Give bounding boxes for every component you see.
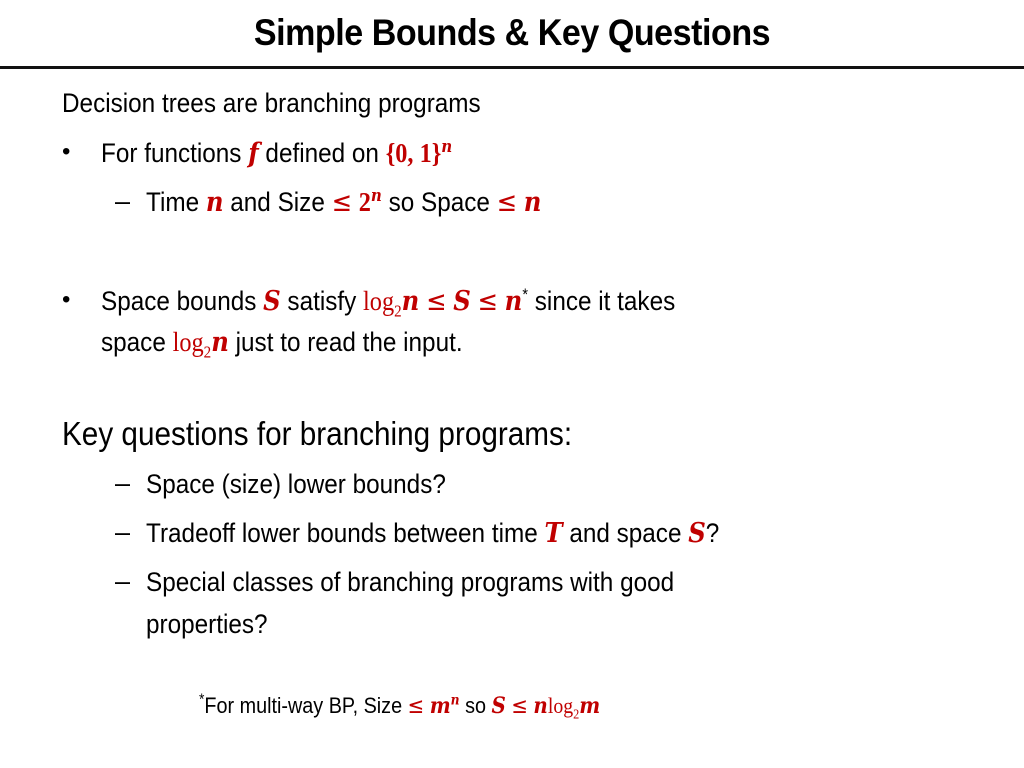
bullet-space-bounds-line1: Space bounds S satisfy log2n ≤ S ≤ n* si… [101,285,676,321]
text: just to read the input. [228,327,463,357]
math-n: n [211,327,229,358]
text: so [459,693,492,718]
question-special-classes-line1: Special classes of branching programs wi… [146,567,675,597]
math-S: S [263,286,281,317]
text: defined on [258,138,386,168]
bullet-space-bounds-line2: space log2n just to read the input. [101,326,463,360]
dash-bullet: – [115,468,131,498]
text: and Size [223,187,332,217]
math-m: m [429,693,451,719]
text: For multi-way BP, Size [204,693,408,718]
math-m: m [579,693,601,719]
math-le: ≤ [407,694,425,719]
math-exp: n [450,692,460,709]
math-n: n [523,187,542,218]
math-sub: 2 [394,301,402,321]
slide-title: Simple Bounds & Key Questions [253,12,771,53]
bullet-functions: For functions f defined on {0, 1}n [101,137,452,170]
math-le: ≤ [511,694,528,719]
dash-bullet: – [115,517,131,547]
math-S: S [491,693,506,719]
math-log: log [172,327,204,357]
math-le: ≤ [331,187,352,218]
text: Tradeoff lower bounds between time [146,518,545,548]
text: Space bounds [101,286,264,316]
math-exp: n [370,185,382,205]
bullet-dot: • [62,138,71,165]
math-two: 2 [358,187,371,217]
sub-bullet-time-size: Time n and Size ≤ 2n so Space ≤ n [146,186,541,219]
question-space-lower-bounds: Space (size) lower bounds? [146,469,446,499]
title-divider [0,66,1024,69]
intro-text: Decision trees are branching programs [62,88,481,118]
math-n: n [533,693,548,719]
math-n: n [401,286,420,317]
math-n: n [504,286,523,317]
text: ? [705,518,720,548]
dash-bullet: – [115,566,131,596]
math-log: log [363,286,395,316]
dash-bullet: – [115,186,131,216]
text: satisfy [280,286,364,316]
math-set: {0, 1} [385,138,442,168]
math-exp: n [441,136,453,156]
question-tradeoff: Tradeoff lower bounds between time T and… [146,517,719,550]
math-S: S [688,518,706,549]
footnote: *For multi-way BP, Size ≤ mn so S ≤ nlog… [199,690,600,723]
text: Time [146,187,206,217]
text: so Space [381,187,497,217]
math-S: S [453,286,471,317]
math-n: n [205,187,224,218]
key-questions-heading: Key questions for branching programs: [62,415,573,452]
math-le: ≤ [426,286,447,317]
math-var-f: f [248,138,259,169]
math-log: log [547,693,574,718]
math-le: ≤ [477,286,498,317]
text: For functions [101,138,249,168]
text: since it takes [528,286,676,316]
text: and space [562,518,689,548]
question-special-classes-line2: properties? [146,609,268,639]
text: space [101,327,173,357]
math-le: ≤ [496,187,518,218]
math-T: T [544,518,563,549]
bullet-dot: • [62,286,71,313]
